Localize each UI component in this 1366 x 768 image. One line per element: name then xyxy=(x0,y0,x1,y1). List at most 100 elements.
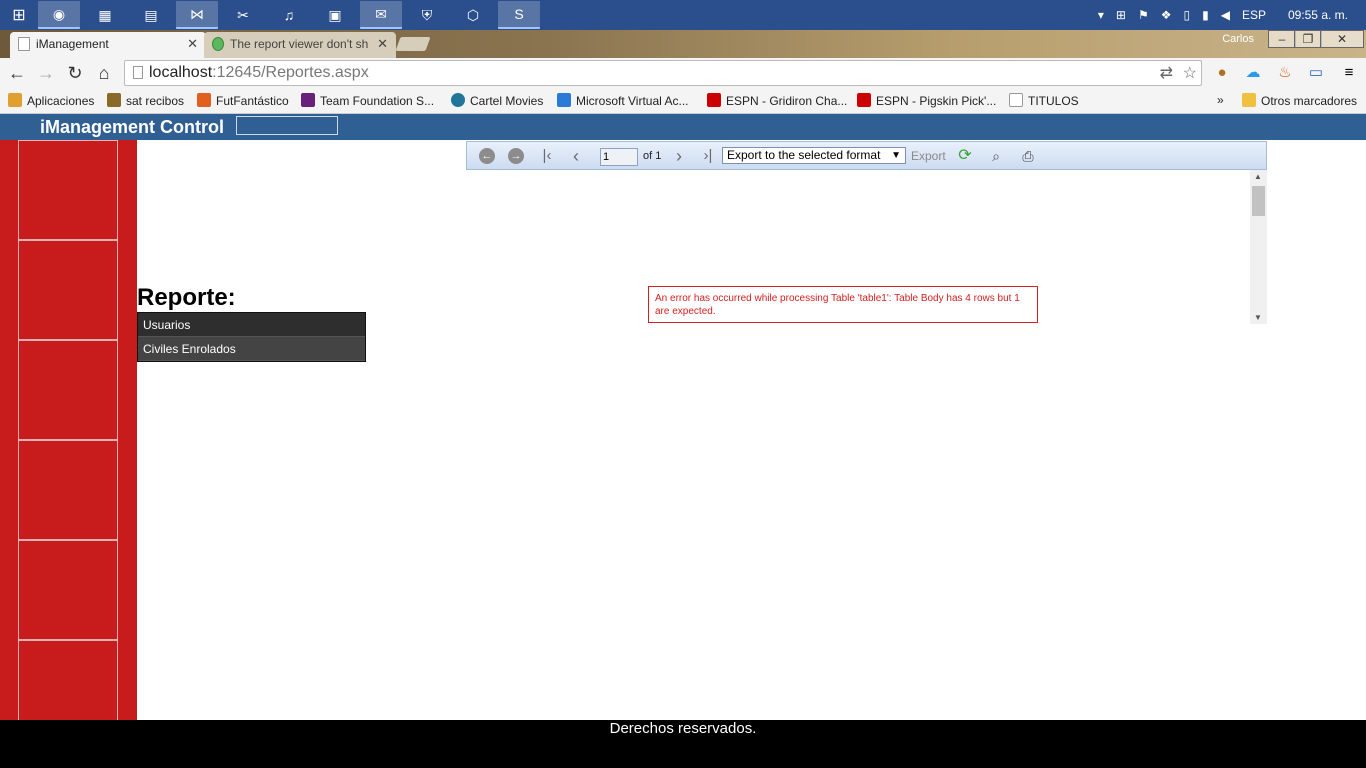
page-icon xyxy=(1009,93,1023,107)
export-button[interactable]: Export xyxy=(911,149,946,163)
page-number-input[interactable]: 1 xyxy=(600,148,638,166)
dropbox-icon[interactable]: ❖ xyxy=(1161,8,1172,22)
menu-icon[interactable]: ≡ xyxy=(1338,62,1360,84)
back-button[interactable]: ← xyxy=(5,61,29,85)
tab-imanagement[interactable]: iManagement ✕ xyxy=(10,32,206,58)
cookie-extension-icon[interactable]: ● xyxy=(1211,62,1233,84)
shield-app-icon[interactable]: ⛨ xyxy=(406,1,448,29)
cloud-extension-icon[interactable]: ☁ xyxy=(1242,62,1264,84)
espn-icon xyxy=(707,93,721,107)
restore-button[interactable]: ❐ xyxy=(1294,30,1322,48)
scrollbar-thumb[interactable] xyxy=(1252,186,1265,216)
bookmark-icon xyxy=(197,93,211,107)
excel-app-icon[interactable]: ▦ xyxy=(84,1,126,29)
system-tray: ▾ ⊞ ⚑ ❖ ▯ ▮ ◀ ESP 09:55 a. m. xyxy=(1092,0,1366,30)
bookmark-microsoft-virtual-academy[interactable]: Microsoft Virtual Ac... xyxy=(557,93,688,108)
back-to-parent-icon[interactable]: ← xyxy=(479,148,495,164)
sidebar-item[interactable] xyxy=(18,140,118,240)
site-title: iManagement Control xyxy=(40,117,225,137)
refresh-icon[interactable]: ⟳ xyxy=(957,148,973,164)
report-viewer-toolbar: ← → |‹ ‹ 1 of 1 › ›| Export to the selec… xyxy=(466,141,1267,170)
export-format-select[interactable]: Export to the selected format ▼ xyxy=(722,147,906,164)
file-explorer-app-icon[interactable]: ▤ xyxy=(130,1,172,29)
bookmark-star-icon[interactable]: ☆ xyxy=(1183,62,1197,86)
report-item-civiles-enrolados[interactable]: Civiles Enrolados xyxy=(138,337,365,361)
chrome-app-icon[interactable]: ◉ xyxy=(38,1,80,29)
next-page-icon[interactable]: › xyxy=(671,147,687,165)
bookmark-titulos[interactable]: TITULOS xyxy=(1009,93,1079,108)
find-icon[interactable]: ⌕ xyxy=(988,148,1004,164)
translate-icon[interactable]: ⇄ xyxy=(1160,62,1173,86)
web-page: iManagement Control Reporte: Usuarios Ci… xyxy=(0,114,1366,768)
windows-start-icon[interactable]: ⊞ xyxy=(0,0,38,30)
other-bookmarks-folder[interactable]: Otros marcadores xyxy=(1242,93,1357,108)
close-icon[interactable]: ✕ xyxy=(187,32,198,56)
fire-extension-icon[interactable]: ♨ xyxy=(1274,62,1296,84)
new-tab-button[interactable] xyxy=(395,37,431,51)
tab-title: The report viewer don't sh xyxy=(230,37,369,51)
apps-grid-icon xyxy=(8,93,22,107)
sidebar-item[interactable] xyxy=(18,340,118,440)
battery-icon[interactable]: ▯ xyxy=(1183,8,1190,22)
itunes-app-icon[interactable]: ♫ xyxy=(268,1,310,29)
sidebar-item[interactable] xyxy=(18,440,118,540)
remote-app-icon[interactable]: ▣ xyxy=(314,1,356,29)
bookmark-espn-pigskin[interactable]: ESPN - Pigskin Pick'... xyxy=(857,93,996,108)
wordpress-icon xyxy=(451,93,465,107)
visual-studio-app-icon[interactable]: ⋈ xyxy=(176,1,218,29)
url-path: :12645/Reportes.aspx xyxy=(212,64,369,81)
tray-flag-icon[interactable]: ⚑ xyxy=(1138,8,1149,22)
tray-windows-icon[interactable]: ⊞ xyxy=(1116,8,1126,22)
espn-icon xyxy=(857,93,871,107)
bookmark-sat-recibos[interactable]: sat recibos xyxy=(107,93,184,108)
bookmark-icon xyxy=(107,93,121,107)
page-icon xyxy=(133,66,143,79)
bookmark-team-foundation[interactable]: Team Foundation S... xyxy=(301,93,434,108)
report-item-usuarios[interactable]: Usuarios xyxy=(138,313,365,337)
forward-icon[interactable]: → xyxy=(508,148,524,164)
tab-report-viewer-question[interactable]: The report viewer don't sh ✕ xyxy=(204,32,396,58)
language-indicator[interactable]: ESP xyxy=(1242,8,1266,22)
hexagon-app-icon[interactable]: ⬡ xyxy=(452,1,494,29)
last-page-icon[interactable]: ›| xyxy=(700,148,716,164)
skype-app-icon[interactable]: S xyxy=(498,1,540,29)
bookmark-espn-gridiron[interactable]: ESPN - Gridiron Cha... xyxy=(707,93,847,108)
scroll-up-icon[interactable]: ▲ xyxy=(1254,172,1262,181)
sidebar-item[interactable] xyxy=(18,540,118,640)
header-text-field[interactable] xyxy=(236,116,338,135)
bookmark-aplicaciones[interactable]: Aplicaciones xyxy=(8,93,94,108)
print-icon[interactable]: ⎙ xyxy=(1020,148,1036,164)
previous-page-icon[interactable]: ‹ xyxy=(568,147,584,165)
signal-icon[interactable]: ▮ xyxy=(1202,8,1209,22)
bookmark-futfantastico[interactable]: FutFantástico xyxy=(197,93,289,108)
page-icon xyxy=(18,37,30,51)
site-header: iManagement Control xyxy=(0,114,1366,140)
bookmarks-overflow-button[interactable]: » xyxy=(1217,93,1224,107)
address-bar[interactable]: localhost:12645/Reportes.aspx ⇄ ☆ xyxy=(124,60,1202,86)
report-list: Usuarios Civiles Enrolados xyxy=(137,312,366,362)
windows-taskbar: ⊞ ◉ ▦ ▤ ⋈ ✂ ♫ ▣ ✉ ⛨ ⬡ S ▾ ⊞ ⚑ ❖ ▯ ▮ ◀ ESP 09:55 a. … xyxy=(0,0,1366,30)
forward-button[interactable]: → xyxy=(34,61,58,85)
bookmark-cartel-movies[interactable]: Cartel Movies xyxy=(451,93,543,108)
close-icon[interactable]: ✕ xyxy=(377,32,388,56)
report-scrollbar[interactable]: ▲ ▼ xyxy=(1250,170,1267,324)
tray-overflow-icon[interactable]: ▾ xyxy=(1098,8,1104,22)
visual-studio-icon xyxy=(301,93,315,107)
minimize-button[interactable]: ‒ xyxy=(1268,30,1296,48)
reload-button[interactable]: ↻ xyxy=(63,61,87,85)
stackexchange-icon xyxy=(212,37,224,51)
first-page-icon[interactable]: |‹ xyxy=(539,148,555,164)
close-window-button[interactable]: ✕ xyxy=(1320,30,1364,48)
sidebar-item[interactable] xyxy=(18,240,118,340)
scroll-down-icon[interactable]: ▼ xyxy=(1254,313,1262,322)
tab-title: iManagement xyxy=(36,37,109,51)
page-count-label: of 1 xyxy=(643,150,662,162)
screen-extension-icon[interactable]: ▭ xyxy=(1305,62,1327,84)
volume-icon[interactable]: ◀ xyxy=(1221,8,1230,22)
mva-icon xyxy=(557,93,571,107)
browser-profile-name[interactable]: Carlos xyxy=(1222,33,1254,45)
tools-app-icon[interactable]: ✂ xyxy=(222,1,264,29)
clock[interactable]: 09:55 a. m. xyxy=(1288,8,1348,22)
home-button[interactable]: ⌂ xyxy=(92,61,116,85)
outlook-app-icon[interactable]: ✉ xyxy=(360,1,402,29)
